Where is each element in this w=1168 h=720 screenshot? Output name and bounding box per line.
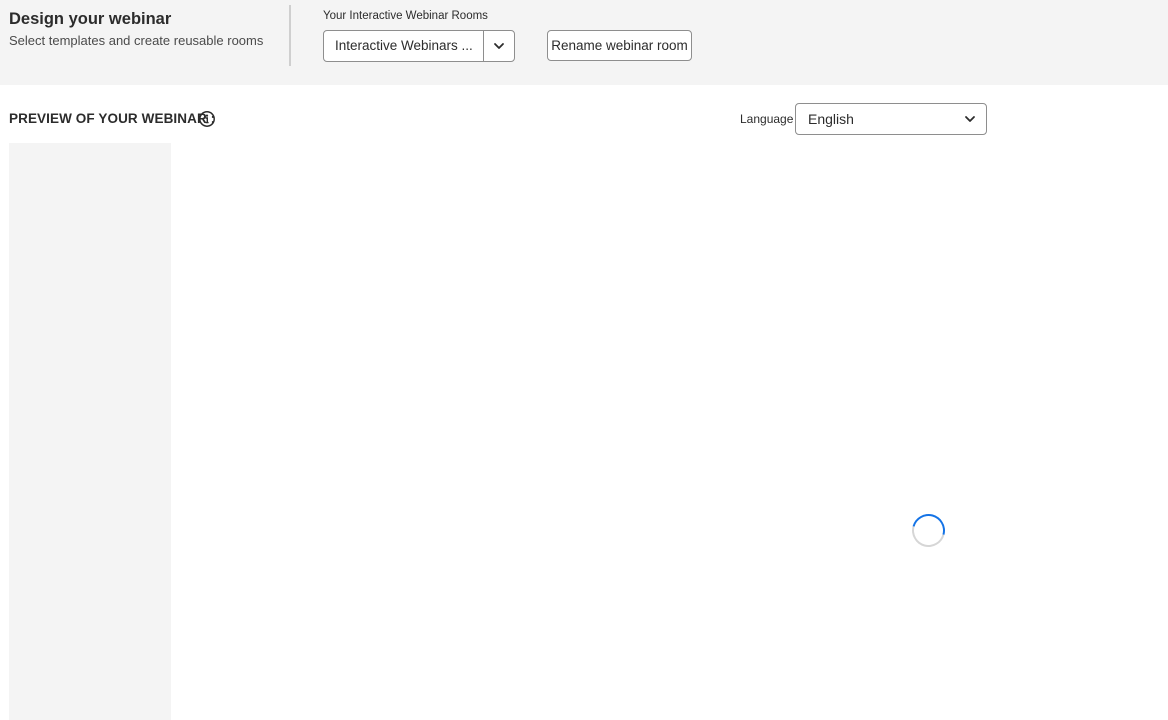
chevron-down-icon xyxy=(494,43,504,49)
page-subtitle: Select templates and create reusable roo… xyxy=(9,33,264,48)
info-icon[interactable] xyxy=(198,110,216,128)
language-select[interactable]: English xyxy=(795,103,987,135)
top-bar: Design your webinar Select templates and… xyxy=(0,0,1168,85)
language-label: Language xyxy=(740,112,794,126)
rooms-picker[interactable]: Interactive Webinars ... xyxy=(323,30,515,62)
rooms-dropdown-button[interactable] xyxy=(483,31,514,61)
loading-spinner xyxy=(905,507,952,554)
rename-room-button[interactable]: Rename webinar room xyxy=(547,30,692,61)
page-title: Design your webinar xyxy=(9,10,172,28)
rooms-label: Your Interactive Webinar Rooms xyxy=(323,10,488,22)
preview-sidebar xyxy=(9,143,171,720)
preview-heading: PREVIEW OF YOUR WEBINAR : xyxy=(9,111,216,126)
chevron-down-icon xyxy=(965,116,975,122)
rooms-selected-value[interactable]: Interactive Webinars ... xyxy=(324,31,483,61)
title-block: Design your webinar Select templates and… xyxy=(9,9,263,49)
header-divider xyxy=(289,5,291,66)
language-selected-value[interactable]: English xyxy=(808,104,854,134)
